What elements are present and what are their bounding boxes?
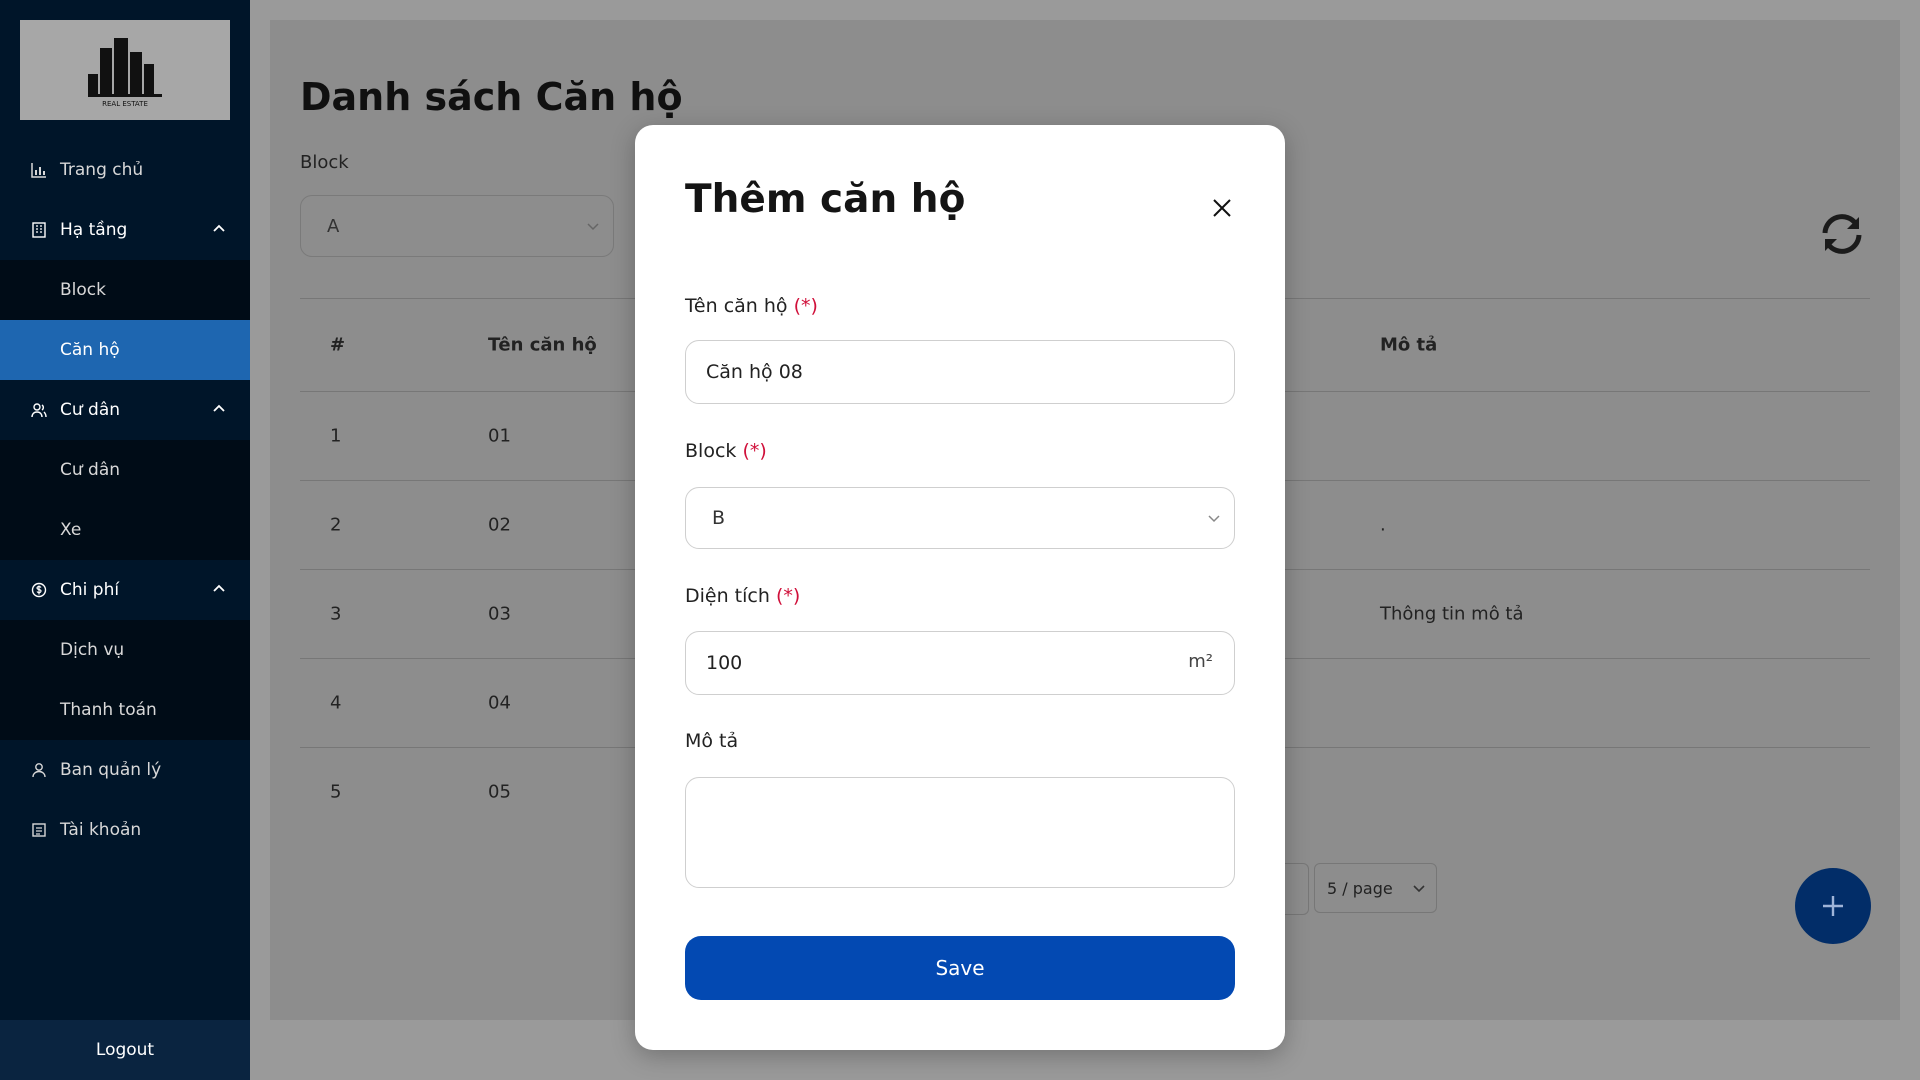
add-apartment-modal: Thêm căn hộ Tên căn hộ (*) Block (*) B D…: [635, 125, 1285, 1050]
modal-overlay[interactable]: Thêm căn hộ Tên căn hộ (*) Block (*) B D…: [0, 0, 1920, 1080]
save-button[interactable]: Save: [685, 936, 1235, 1000]
description-field-label: Mô tả: [685, 730, 738, 752]
block-label-text: Block: [685, 440, 737, 462]
area-unit-suffix: m²: [1188, 651, 1213, 672]
required-marker: (*): [793, 295, 818, 317]
area-label-text: Diện tích: [685, 585, 770, 607]
block-select[interactable]: B: [685, 487, 1235, 549]
name-label-text: Tên căn hộ: [685, 295, 788, 317]
required-marker: (*): [775, 585, 801, 607]
modal-title: Thêm căn hộ: [685, 177, 966, 222]
block-field-label: Block (*): [685, 440, 767, 462]
close-icon: [1213, 199, 1231, 217]
area-field-label: Diện tích (*): [685, 585, 800, 607]
description-textarea[interactable]: [685, 777, 1235, 888]
area-input[interactable]: [685, 631, 1235, 695]
required-marker: (*): [742, 440, 767, 462]
block-select-value: B: [712, 507, 726, 529]
close-button[interactable]: [1207, 193, 1237, 223]
chevron-down-icon: [1208, 515, 1220, 523]
name-field-label: Tên căn hộ (*): [685, 295, 818, 317]
description-label-text: Mô tả: [685, 730, 739, 752]
apartment-name-input[interactable]: [685, 340, 1235, 404]
